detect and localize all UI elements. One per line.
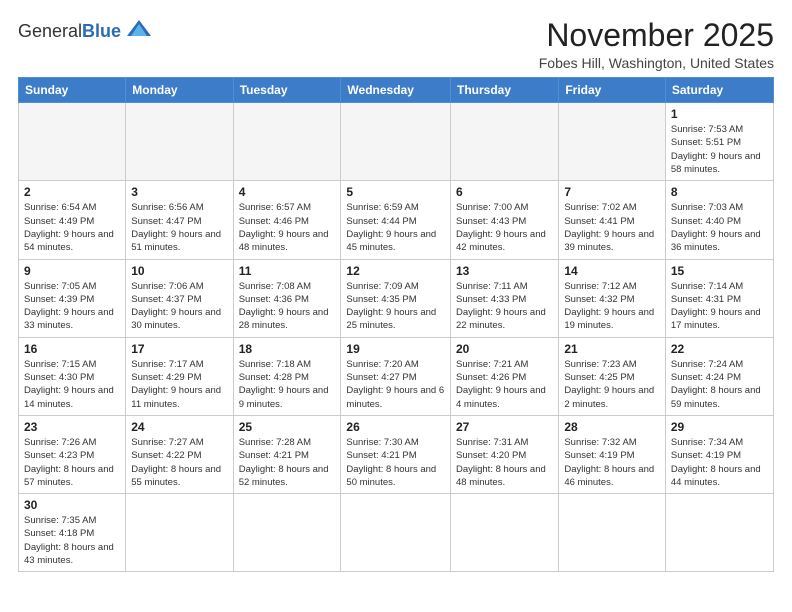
day-21: 21 Sunrise: 7:23 AMSunset: 4:25 PMDaylig… — [559, 337, 666, 415]
day-2: 2 Sunrise: 6:54 AMSunset: 4:49 PMDayligh… — [19, 181, 126, 259]
logo: General Blue — [18, 18, 153, 40]
day-13: 13 Sunrise: 7:11 AMSunset: 4:33 PMDaylig… — [451, 259, 559, 337]
week-row-3: 9 Sunrise: 7:05 AMSunset: 4:39 PMDayligh… — [19, 259, 774, 337]
day-26: 26 Sunrise: 7:30 AMSunset: 4:21 PMDaylig… — [341, 415, 451, 493]
empty-cell — [451, 494, 559, 572]
day-16: 16 Sunrise: 7:15 AMSunset: 4:30 PMDaylig… — [19, 337, 126, 415]
day-number-1: 1 — [671, 107, 768, 121]
day-11: 11 Sunrise: 7:08 AMSunset: 4:36 PMDaylig… — [233, 259, 341, 337]
day-9: 9 Sunrise: 7:05 AMSunset: 4:39 PMDayligh… — [19, 259, 126, 337]
empty-cell — [126, 103, 233, 181]
day-23: 23 Sunrise: 7:26 AMSunset: 4:23 PMDaylig… — [19, 415, 126, 493]
day-29: 29 Sunrise: 7:34 AMSunset: 4:19 PMDaylig… — [665, 415, 773, 493]
empty-cell — [233, 494, 341, 572]
day-24: 24 Sunrise: 7:27 AMSunset: 4:22 PMDaylig… — [126, 415, 233, 493]
day-14: 14 Sunrise: 7:12 AMSunset: 4:32 PMDaylig… — [559, 259, 666, 337]
header-monday: Monday — [126, 78, 233, 103]
header-sunday: Sunday — [19, 78, 126, 103]
day-30: 30 Sunrise: 7:35 AMSunset: 4:18 PMDaylig… — [19, 494, 126, 572]
day-12: 12 Sunrise: 7:09 AMSunset: 4:35 PMDaylig… — [341, 259, 451, 337]
header-saturday: Saturday — [665, 78, 773, 103]
day-18: 18 Sunrise: 7:18 AMSunset: 4:28 PMDaylig… — [233, 337, 341, 415]
page: General Blue November 2025 Fobes Hill, W… — [0, 0, 792, 612]
weekday-header-row: Sunday Monday Tuesday Wednesday Thursday… — [19, 78, 774, 103]
day-20: 20 Sunrise: 7:21 AMSunset: 4:26 PMDaylig… — [451, 337, 559, 415]
calendar-title: November 2025 — [539, 18, 774, 53]
empty-cell — [451, 103, 559, 181]
logo-icon — [125, 18, 153, 40]
day-7: 7 Sunrise: 7:02 AMSunset: 4:41 PMDayligh… — [559, 181, 666, 259]
week-row-4: 16 Sunrise: 7:15 AMSunset: 4:30 PMDaylig… — [19, 337, 774, 415]
day-1: 1 Sunrise: 7:53 AM Sunset: 5:51 PM Dayli… — [665, 103, 773, 181]
week-row-1: 1 Sunrise: 7:53 AM Sunset: 5:51 PM Dayli… — [19, 103, 774, 181]
header-friday: Friday — [559, 78, 666, 103]
empty-cell — [665, 494, 773, 572]
calendar-table: Sunday Monday Tuesday Wednesday Thursday… — [18, 77, 774, 572]
day-info-1: Sunrise: 7:53 AM Sunset: 5:51 PM Dayligh… — [671, 123, 768, 176]
logo-blue-text: Blue — [82, 22, 121, 40]
empty-cell — [559, 494, 666, 572]
empty-cell — [19, 103, 126, 181]
title-area: November 2025 Fobes Hill, Washington, Un… — [539, 18, 774, 71]
logo-general-text: General — [18, 22, 82, 40]
header: General Blue November 2025 Fobes Hill, W… — [18, 18, 774, 71]
header-wednesday: Wednesday — [341, 78, 451, 103]
day-17: 17 Sunrise: 7:17 AMSunset: 4:29 PMDaylig… — [126, 337, 233, 415]
day-5: 5 Sunrise: 6:59 AMSunset: 4:44 PMDayligh… — [341, 181, 451, 259]
empty-cell — [233, 103, 341, 181]
header-thursday: Thursday — [451, 78, 559, 103]
day-4: 4 Sunrise: 6:57 AMSunset: 4:46 PMDayligh… — [233, 181, 341, 259]
day-27: 27 Sunrise: 7:31 AMSunset: 4:20 PMDaylig… — [451, 415, 559, 493]
day-25: 25 Sunrise: 7:28 AMSunset: 4:21 PMDaylig… — [233, 415, 341, 493]
day-6: 6 Sunrise: 7:00 AMSunset: 4:43 PMDayligh… — [451, 181, 559, 259]
day-22: 22 Sunrise: 7:24 AMSunset: 4:24 PMDaylig… — [665, 337, 773, 415]
empty-cell — [559, 103, 666, 181]
day-28: 28 Sunrise: 7:32 AMSunset: 4:19 PMDaylig… — [559, 415, 666, 493]
day-10: 10 Sunrise: 7:06 AMSunset: 4:37 PMDaylig… — [126, 259, 233, 337]
empty-cell — [341, 103, 451, 181]
empty-cell — [126, 494, 233, 572]
day-8: 8 Sunrise: 7:03 AMSunset: 4:40 PMDayligh… — [665, 181, 773, 259]
day-19: 19 Sunrise: 7:20 AMSunset: 4:27 PMDaylig… — [341, 337, 451, 415]
day-15: 15 Sunrise: 7:14 AMSunset: 4:31 PMDaylig… — [665, 259, 773, 337]
empty-cell — [341, 494, 451, 572]
calendar-subtitle: Fobes Hill, Washington, United States — [539, 55, 774, 71]
week-row-5: 23 Sunrise: 7:26 AMSunset: 4:23 PMDaylig… — [19, 415, 774, 493]
day-3: 3 Sunrise: 6:56 AMSunset: 4:47 PMDayligh… — [126, 181, 233, 259]
week-row-6: 30 Sunrise: 7:35 AMSunset: 4:18 PMDaylig… — [19, 494, 774, 572]
week-row-2: 2 Sunrise: 6:54 AMSunset: 4:49 PMDayligh… — [19, 181, 774, 259]
header-tuesday: Tuesday — [233, 78, 341, 103]
logo-area: General Blue — [18, 18, 153, 40]
